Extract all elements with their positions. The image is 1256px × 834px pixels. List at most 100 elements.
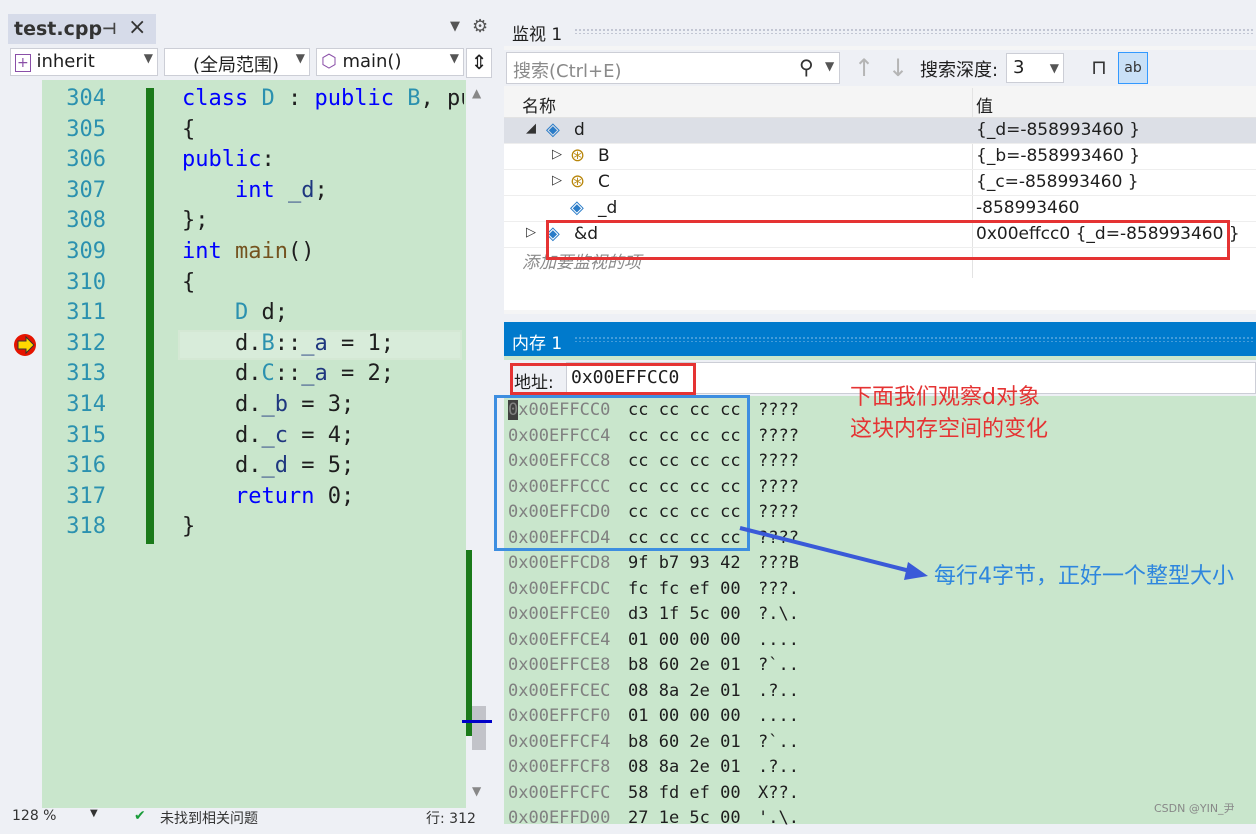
line-number: 311: [66, 300, 106, 326]
chevron-down-icon: ▼: [143, 51, 153, 65]
watch-header: 名称 值: [504, 88, 1256, 118]
watch-search-input[interactable]: 搜索(Ctrl+E) ⚲ ▼: [506, 52, 840, 84]
code-line[interactable]: {: [182, 115, 464, 145]
code-line[interactable]: int main(): [182, 237, 464, 267]
tab-dropdown-icon[interactable]: ▼: [450, 19, 460, 34]
navigation-bar: + inherit ▼ (全局范围) ▼ ⬡ main() ▼: [10, 48, 490, 78]
watermark: CSDN @YIN_尹: [1154, 802, 1235, 815]
annotation-box-rows: [494, 395, 750, 551]
tab-label: test.cpp: [14, 18, 103, 40]
gear-icon[interactable]: ⚙: [472, 16, 488, 37]
memory-address: 0x00EFFD00: [508, 808, 611, 828]
chevron-down-icon[interactable]: ▼: [825, 59, 834, 73]
line-number: 308: [66, 208, 106, 234]
memory-ascii: ????: [758, 425, 799, 446]
memory-ascii: .?..: [758, 680, 799, 701]
line-number: 318: [66, 514, 106, 540]
code-line[interactable]: class D : public B, pub: [182, 84, 464, 114]
memory-ascii: ?`..: [758, 731, 799, 752]
memory-bytes: b8 60 2e 01: [628, 655, 741, 675]
watch-title-bar[interactable]: 监视 1: [504, 14, 1256, 46]
chevron-down-icon: ▼: [449, 51, 459, 65]
project-icon: +: [15, 54, 31, 72]
memory-ascii: ????: [758, 476, 799, 497]
memory-bytes: fc fc ef 00: [628, 578, 741, 599]
code-line[interactable]: d._b = 3;: [182, 390, 464, 420]
editor-scrollbar[interactable]: ▲ ▼: [462, 80, 492, 808]
code-line[interactable]: }: [182, 512, 464, 542]
zoom-level[interactable]: 128 %: [12, 808, 56, 824]
line-indicator[interactable]: 行: 312: [426, 808, 476, 828]
class-combo[interactable]: + inherit ▼: [10, 48, 158, 76]
breakpoint-arrow-icon[interactable]: [12, 332, 40, 358]
code-line[interactable]: {: [182, 268, 464, 298]
code-line[interactable]: D d;: [182, 298, 464, 328]
line-number: 317: [66, 483, 106, 509]
memory-title-bar[interactable]: 内存 1: [504, 322, 1256, 356]
split-window-icon[interactable]: ⇕: [466, 48, 492, 78]
close-icon[interactable]: ×: [128, 15, 146, 40]
scroll-down-icon[interactable]: ▼: [472, 784, 481, 798]
code-line[interactable]: int _d;: [182, 176, 464, 206]
memory-address: 0x00EFFCE8: [508, 655, 611, 675]
arrow-up-icon[interactable]: ↑: [854, 54, 874, 82]
watch-row-member-d[interactable]: ◈ _d -858993460: [504, 196, 1256, 222]
watch-grid: 名称 值 ◢ ◈ d {_d=-858993460 } ▷ ⊛ B {_b=-8…: [504, 88, 1256, 310]
code-line[interactable]: d.B::_a = 1;: [182, 329, 464, 359]
row-name: B: [598, 146, 610, 166]
scroll-thumb[interactable]: [472, 706, 486, 750]
memory-bytes: 27 1e 5c 00: [628, 808, 741, 828]
code-line[interactable]: d._d = 5;: [182, 451, 464, 481]
tab-test-cpp[interactable]: test.cpp ⊣ ×: [8, 14, 156, 44]
annotation-box-address: [546, 220, 1230, 260]
indicator-margin[interactable]: [10, 80, 42, 808]
function-combo[interactable]: ⬡ main() ▼: [316, 48, 464, 76]
memory-bytes: 08 8a 2e 01: [628, 757, 741, 777]
line-number: 316: [66, 453, 106, 479]
memory-ascii: ????: [758, 502, 799, 522]
scope-combo[interactable]: (全局范围) ▼: [164, 48, 310, 76]
caret-marker: [462, 720, 492, 723]
memory-ascii: ????: [758, 451, 799, 471]
memory-ascii: ....: [758, 706, 799, 726]
watch-row-d[interactable]: ◢ ◈ d {_d=-858993460 }: [504, 118, 1256, 144]
annotation-note-red: 下面我们观察d对象 这块内存空间的变化: [850, 385, 1049, 442]
memory-title: 内存 1: [512, 334, 563, 354]
memory-address: 0x00EFFCF8: [508, 757, 611, 777]
depth-combo[interactable]: 3 ▼: [1006, 53, 1064, 83]
expand-icon[interactable]: ▷: [552, 147, 562, 162]
code-editor: test.cpp ⊣ × ▼ ⚙ + inherit ▼ (全局范围) ▼ ⬡ …: [0, 0, 496, 827]
format-toggle-icon[interactable]: ab: [1118, 52, 1148, 84]
col-name-header[interactable]: 名称: [522, 92, 556, 117]
line-number: 307: [66, 177, 106, 203]
pin-source-icon[interactable]: ⊓: [1084, 52, 1114, 84]
code-line[interactable]: d.C::_a = 2;: [182, 359, 464, 389]
row-value: {_c=-858993460 }: [976, 172, 1139, 192]
chevron-down-icon[interactable]: ▼: [90, 808, 98, 819]
col-value-header[interactable]: 值: [976, 92, 993, 117]
pin-icon[interactable]: ⊣: [102, 19, 117, 38]
watch-row-c[interactable]: ▷ ⊛ C {_c=-858993460 }: [504, 170, 1256, 196]
annotation-note-blue: 每行4字节，正好一个整型大小: [934, 564, 1234, 589]
scroll-up-icon[interactable]: ▲: [472, 86, 481, 100]
memory-address: 0x00EFFCEC: [508, 680, 611, 701]
search-icon[interactable]: ⚲: [799, 55, 814, 79]
watch-row-b[interactable]: ▷ ⊛ B {_b=-858993460 }: [504, 144, 1256, 170]
depth-value: 3: [1013, 57, 1025, 78]
row-value: {_b=-858993460 }: [976, 146, 1141, 166]
editor-tab-bar: test.cpp ⊣ × ▼ ⚙: [0, 14, 496, 44]
code-line[interactable]: d._c = 4;: [182, 421, 464, 451]
code-line[interactable]: return 0;: [182, 482, 464, 512]
memory-ascii: .?..: [758, 757, 799, 777]
watch-window: 监视 1 搜索(Ctrl+E) ⚲ ▼ ↑ ↓ 搜索深度: 3 ▼ ⊓ ab 名…: [504, 14, 1256, 314]
code-line[interactable]: public:: [182, 145, 464, 175]
expand-icon[interactable]: ▷: [552, 173, 562, 188]
memory-ascii: ?`..: [758, 655, 799, 675]
collapse-icon[interactable]: ◢: [526, 121, 536, 136]
memory-address: 0x00EFFCF4: [508, 731, 611, 752]
change-tracking-bar: [146, 88, 154, 544]
expand-icon[interactable]: ▷: [526, 225, 536, 240]
arrow-down-icon[interactable]: ↓: [888, 54, 908, 82]
code-line[interactable]: };: [182, 206, 464, 236]
issues-status[interactable]: 未找到相关问题: [160, 808, 258, 828]
